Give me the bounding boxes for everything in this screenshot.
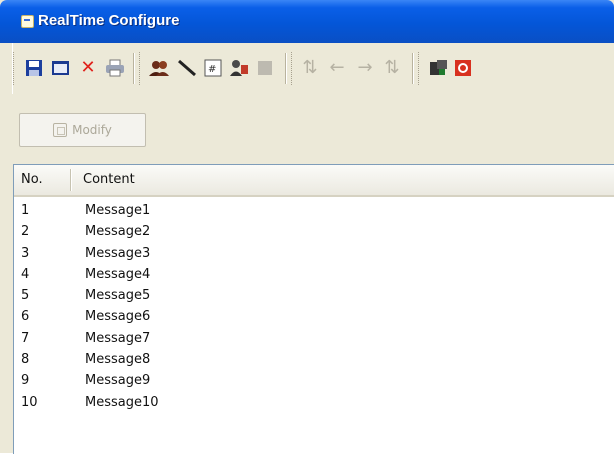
delete-icon[interactable]: ✕ [76,55,100,81]
table-row[interactable]: 2 Message2 [14,221,614,242]
row-content: Message10 [85,394,159,410]
table-row[interactable]: 3 Message3 [14,243,614,264]
print-icon[interactable] [103,55,127,81]
table-row[interactable]: 7 Message7 [14,328,614,349]
row-no: 8 [21,352,30,368]
config-icon[interactable] [227,55,251,81]
table-row[interactable]: 10 Message10 [14,392,614,413]
window-title: RealTime Configure [38,12,180,29]
row-no: 1 [21,203,30,218]
row-content: Message8 [85,352,151,368]
row-no: 5 [21,288,30,304]
right-icon: → [357,57,373,78]
row-no: 7 [21,330,30,346]
table-row[interactable]: 4 Message4 [14,264,614,285]
row-content: Message5 [85,288,151,304]
table-row[interactable]: 8 Message8 [14,349,614,370]
row-no: 4 [21,266,30,282]
app-window: RealTime Configure ✕ # ⇅ ← → ⇅ Modify No… [0,0,614,454]
table-row[interactable]: 6 Message6 [14,306,614,327]
row-content: Message3 [85,245,151,261]
users-icon[interactable] [147,55,171,81]
modify-button[interactable]: Modify [19,113,146,147]
table-row[interactable]: 5 Message5 [14,285,614,306]
form-icon[interactable]: # [201,55,225,81]
pen-icon[interactable] [175,55,199,81]
row-content: Message4 [85,266,151,282]
row-content: Message1 [85,203,151,218]
message-list[interactable]: No. Content 1 Message1 2 Message2 3 Message… [13,164,614,454]
column-header-content[interactable]: Content [83,165,483,195]
export-icon[interactable] [427,55,451,81]
table-row[interactable]: 1 Message1 [14,200,614,221]
left-icon: ← [329,57,345,78]
row-content: Message7 [85,330,151,346]
toolbar: ✕ # ⇅ ← → ⇅ [12,43,614,94]
save-icon[interactable] [22,55,46,81]
window-icon[interactable] [49,55,73,81]
svg-text:#: # [208,64,216,75]
sort-icon: ⇅ [384,57,400,78]
row-no: 9 [21,373,30,389]
row-content: Message9 [85,373,151,389]
row-content: Message2 [85,224,151,240]
row-no: 3 [21,245,30,261]
table-row[interactable]: 9 Message9 [14,370,614,391]
list-rows: 1 Message1 2 Message2 3 Message3 4 Message4 … [14,200,614,413]
modify-button-label: Modify [72,123,112,137]
disabled-icon [253,55,277,81]
column-header-no[interactable]: No. [21,165,69,195]
row-no: 10 [21,394,38,410]
row-content: Message6 [85,309,151,325]
align-icon: ⇅ [302,57,318,78]
column-divider[interactable] [70,169,72,191]
stop-icon[interactable] [451,55,475,81]
modify-icon [53,123,68,137]
row-no: 2 [21,224,30,240]
title-bar[interactable]: RealTime Configure [0,0,614,43]
list-header: No. Content [14,165,614,197]
row-no: 6 [21,309,30,325]
toolbar-grip[interactable] [13,52,17,85]
app-icon [21,15,34,28]
